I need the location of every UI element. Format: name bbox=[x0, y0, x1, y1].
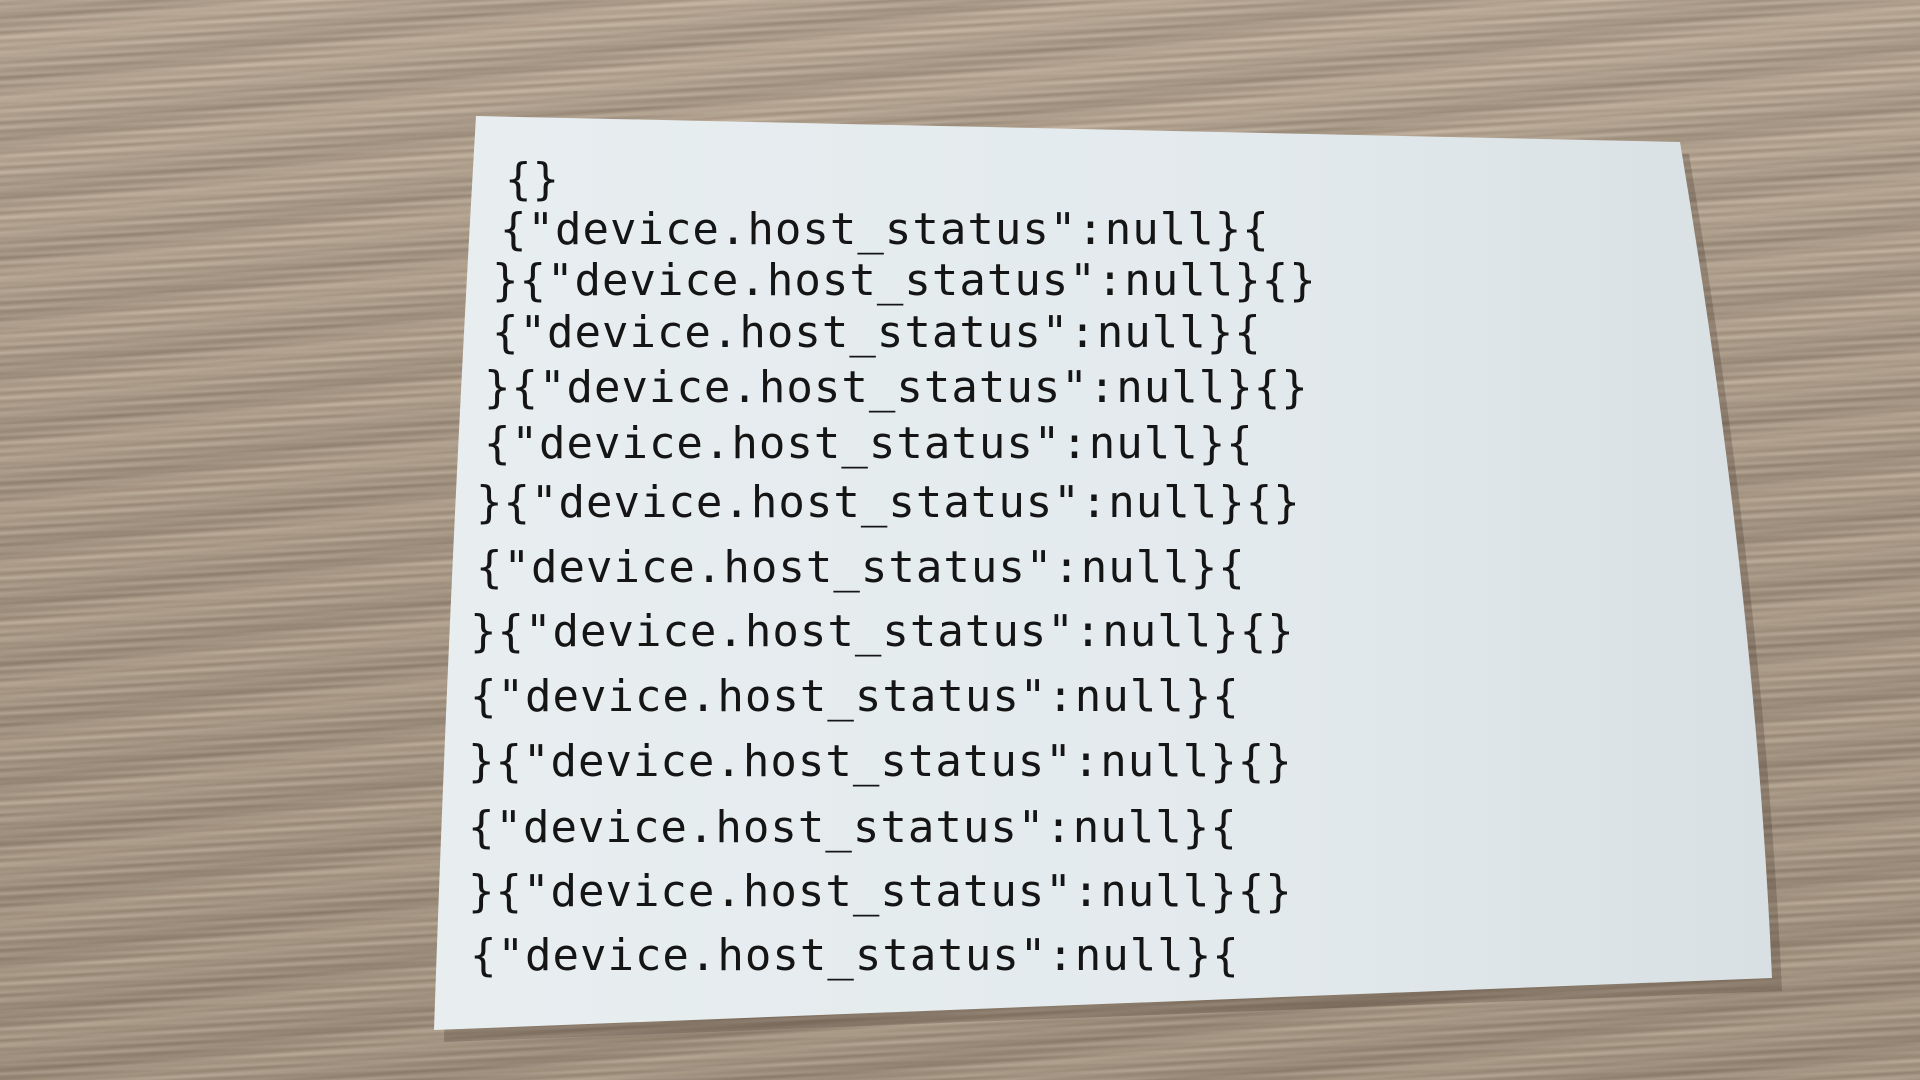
receipt-surface bbox=[434, 116, 1772, 1030]
receipt-sheet-shape bbox=[434, 116, 1782, 1042]
thermal-receipt-paper bbox=[0, 0, 1920, 1080]
